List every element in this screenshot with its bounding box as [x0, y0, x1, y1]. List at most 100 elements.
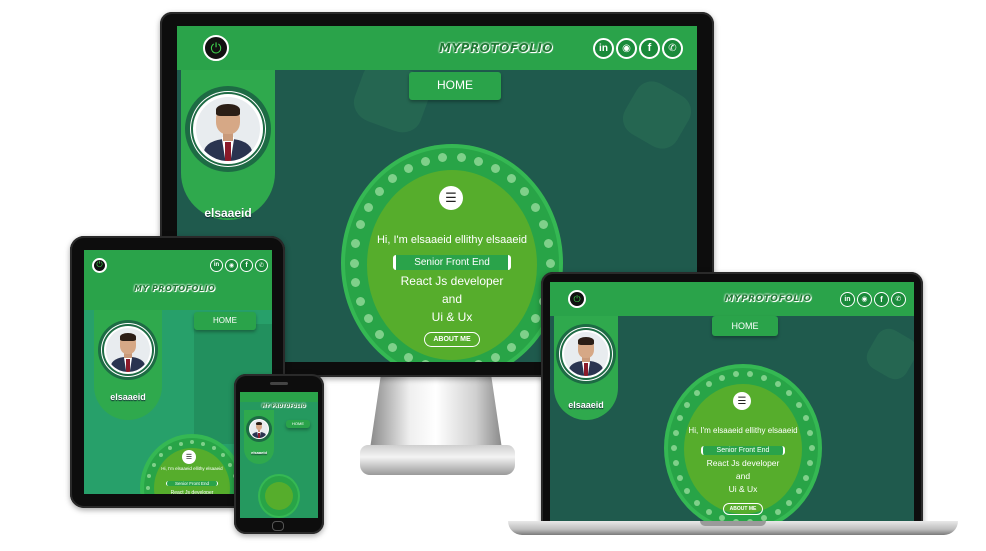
whatsapp-icon[interactable]: ✆	[255, 258, 268, 272]
ring-dot	[705, 380, 712, 387]
ring-dot	[212, 446, 216, 451]
home-button[interactable]: HOME	[194, 312, 256, 330]
navbar: ⏻ in ◉ f ✆	[84, 250, 272, 280]
ring-dot	[774, 380, 781, 387]
menu-icon[interactable]: ☰	[439, 186, 463, 210]
profile-photo	[250, 420, 268, 438]
user-name: elsaaeid	[110, 392, 146, 402]
avatar-badge	[556, 324, 616, 384]
background-shape	[861, 323, 914, 385]
github-icon[interactable]: ◉	[225, 258, 238, 272]
ring-dot	[684, 401, 691, 408]
hero-inner	[265, 482, 293, 510]
ring-dot	[403, 163, 413, 173]
brand-title: MYPROTOFOLIO	[724, 294, 812, 304]
greeting: Hi, I'm elsaaeid ellithy elsaaeid	[161, 466, 223, 471]
github-icon[interactable]: ◉	[616, 37, 637, 59]
brand-bar: MY PROTOFOLIO	[84, 280, 272, 310]
ring-dot	[168, 446, 172, 451]
ring-dot	[506, 173, 516, 183]
profile-card: elsaaeid	[181, 70, 275, 220]
avatar-badge	[98, 320, 158, 380]
linkedin-icon[interactable]: in	[593, 37, 614, 59]
user-name: elsaaeid	[204, 206, 252, 220]
brand-title: MYPROTOFOLIO	[439, 41, 553, 55]
ring-dot	[420, 360, 430, 362]
avatar	[562, 330, 610, 378]
ring-dot	[538, 220, 548, 230]
about-button[interactable]: ABOUT ME	[722, 503, 764, 515]
role-badge: Senior Front End	[393, 255, 511, 270]
brand-title: MY PROTOFOLIO	[262, 403, 306, 408]
hero-circle: ☰ Hi, I'm elsaaeid ellithy elsaaeid Seni…	[668, 368, 818, 523]
website: MY PROTOFOLIO HOME elsaaeid	[240, 392, 318, 518]
home-button[interactable]: HOME	[712, 316, 778, 336]
ring-dot	[375, 187, 385, 197]
power-icon[interactable]: ⏻	[568, 290, 586, 308]
greeting: Hi, I'm elsaaeid ellithy elsaaeid	[376, 234, 528, 246]
laptop-notch	[700, 521, 766, 526]
monitor-stand	[370, 377, 502, 449]
ring-dot	[388, 173, 398, 183]
responsive-mockup: ⏻ MYPROTOFOLIO in ◉ f ✆ HOME elsaaeid ☰ …	[0, 0, 986, 551]
home-button[interactable]: HOME	[409, 72, 501, 100]
ring-dot	[491, 353, 501, 362]
ring-dot	[795, 401, 802, 408]
power-icon[interactable]: ⏻	[92, 257, 107, 273]
ring-dot	[158, 453, 163, 458]
avatar-badge	[246, 416, 272, 442]
ring-dot	[364, 202, 374, 212]
social-links: in ◉ f ✆	[210, 258, 268, 272]
about-button[interactable]: ABOUT ME	[424, 332, 480, 347]
role-ux: Ui & Ux	[728, 484, 758, 494]
whatsapp-icon[interactable]: ✆	[890, 291, 906, 307]
home-button[interactable]: HOME	[286, 420, 310, 428]
ring-dot	[474, 156, 484, 166]
ring-dot	[356, 220, 366, 230]
role-line: React Js developer	[170, 490, 214, 494]
ring-dot	[693, 390, 700, 396]
whatsapp-icon[interactable]: ✆	[662, 37, 683, 59]
linkedin-icon[interactable]: in	[839, 291, 855, 307]
github-icon[interactable]: ◉	[856, 291, 872, 307]
navbar: ⏻ MYPROTOFOLIO in ◉ f ✆	[550, 282, 914, 316]
profile-photo	[106, 328, 150, 372]
profile-card: elsaaeid	[94, 310, 162, 420]
hero-circle: ☰ Hi, I'm elsaaeid ellithy elsaaeid Seni…	[345, 148, 559, 362]
role-line: React Js developer	[400, 274, 504, 288]
role-ux: Ui & Ux	[431, 310, 473, 324]
role-and: and	[441, 292, 463, 306]
menu-icon[interactable]: ☰	[182, 450, 196, 464]
ring-dot	[190, 440, 194, 444]
social-links: in ◉ f ✆	[839, 291, 906, 307]
facebook-icon[interactable]: f	[240, 258, 253, 272]
hero-circle: ☰ Hi, I'm elsaaeid ellithy elsaaeid Seni…	[144, 438, 240, 494]
website: ⏻ MYPROTOFOLIO in ◉ f ✆ HOME elsaaeid ☰ …	[550, 282, 914, 523]
ring-dot	[456, 152, 466, 162]
ring-dot	[438, 152, 448, 162]
hero-text: Hi, I'm elsaaeid ellithy elsaaeid Senior…	[144, 466, 240, 494]
ring-dot	[474, 360, 484, 362]
ring-dot	[732, 371, 739, 378]
avatar	[249, 419, 269, 439]
avatar-badge	[185, 86, 271, 172]
role-badge: Senior Front End	[165, 481, 219, 486]
navbar: ⏻ MYPROTOFOLIO in ◉ f ✆	[177, 26, 697, 70]
monitor-stand-base	[360, 445, 515, 475]
facebook-icon[interactable]: f	[873, 291, 889, 307]
facebook-icon[interactable]: f	[639, 37, 660, 59]
user-name: elsaaeid	[568, 400, 604, 410]
ring-dot	[403, 353, 413, 362]
laptop-device: ⏻ MYPROTOFOLIO in ◉ f ✆ HOME elsaaeid ☰ …	[541, 272, 923, 523]
power-icon[interactable]: ⏻	[203, 35, 229, 61]
ring-dot	[178, 441, 183, 446]
ring-dot	[420, 156, 430, 166]
ring-dot	[803, 414, 810, 421]
linkedin-icon[interactable]: in	[210, 258, 223, 272]
profile-photo	[196, 97, 260, 161]
menu-icon[interactable]: ☰	[733, 392, 751, 410]
avatar	[104, 326, 152, 374]
phone-home-button	[272, 521, 284, 531]
ring-dot	[676, 414, 683, 421]
hero-text: Hi, I'm elsaaeid ellithy elsaaeid Senior…	[668, 426, 818, 515]
